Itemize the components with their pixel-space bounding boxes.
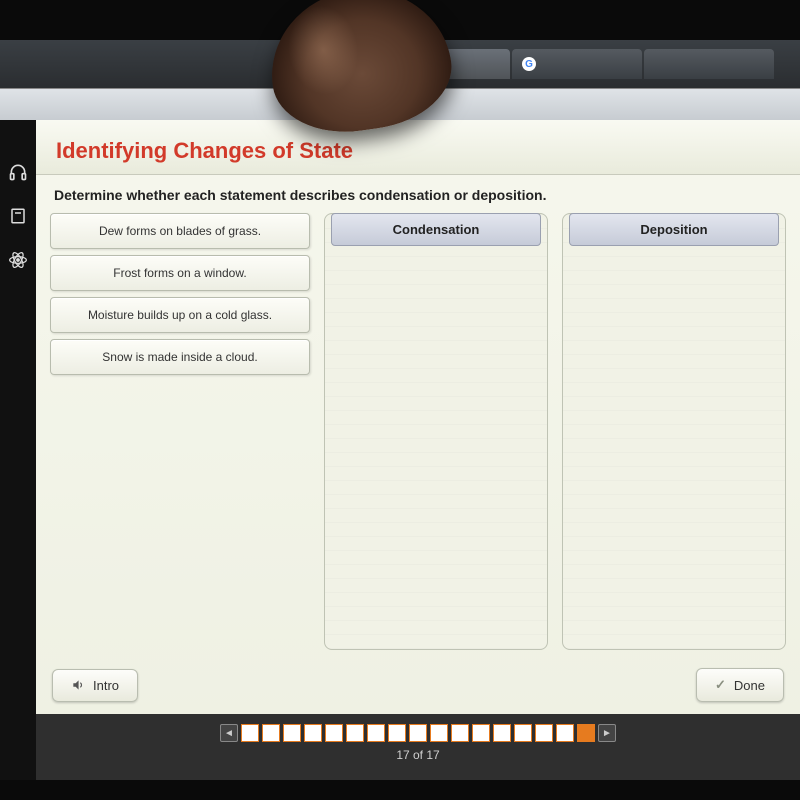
nav-boxes: ◄ ► <box>220 724 616 742</box>
nav-page-box[interactable] <box>430 724 448 742</box>
nav-page-box[interactable] <box>556 724 574 742</box>
atom-icon[interactable] <box>6 248 30 272</box>
nav-page-box[interactable] <box>514 724 532 742</box>
nav-page-box[interactable] <box>346 724 364 742</box>
nav-page-box[interactable] <box>241 724 259 742</box>
nav-page-box[interactable] <box>451 724 469 742</box>
nav-page-box[interactable] <box>535 724 553 742</box>
nav-prev-button[interactable]: ◄ <box>220 724 238 742</box>
statement-source-column: Dew forms on blades of grass. Frost form… <box>50 213 310 650</box>
laptop-screen: B G Identifying Changes of State <box>0 40 800 780</box>
calculator-icon[interactable] <box>6 204 30 228</box>
nav-page-box[interactable] <box>262 724 280 742</box>
intro-button[interactable]: Intro <box>52 669 138 702</box>
intro-button-label: Intro <box>93 678 119 693</box>
nav-page-box[interactable] <box>493 724 511 742</box>
done-button[interactable]: ✓ Done <box>696 668 784 702</box>
nav-page-box[interactable] <box>283 724 301 742</box>
check-icon: ✓ <box>715 677 726 693</box>
instruction-text: Determine whether each statement describ… <box>36 175 800 213</box>
page-title: Identifying Changes of State <box>56 138 780 164</box>
draggable-statement[interactable]: Snow is made inside a cloud. <box>50 339 310 375</box>
nav-counter: 17 of 17 <box>396 748 439 762</box>
nav-page-box[interactable] <box>577 724 595 742</box>
footer-controls: Intro ✓ Done <box>36 660 800 714</box>
draggable-statement[interactable]: Dew forms on blades of grass. <box>50 213 310 249</box>
lesson-nav-strip: ◄ ► 17 of 17 <box>36 714 800 780</box>
drag-drop-activity: Dew forms on blades of grass. Frost form… <box>36 213 800 660</box>
title-bar: Identifying Changes of State <box>36 120 800 175</box>
nav-page-box[interactable] <box>304 724 322 742</box>
nav-page-box[interactable] <box>409 724 427 742</box>
dropzone-header: Deposition <box>569 213 779 246</box>
nav-next-button[interactable]: ► <box>598 724 616 742</box>
browser-tab[interactable]: G <box>512 49 642 79</box>
headphones-icon[interactable] <box>6 160 30 184</box>
favicon-google-icon: G <box>522 57 536 71</box>
dropzone-header: Condensation <box>331 213 541 246</box>
nav-page-box[interactable] <box>472 724 490 742</box>
dropzone-condensation[interactable]: Condensation <box>324 213 548 650</box>
left-toolbar <box>0 120 36 780</box>
nav-page-box[interactable] <box>367 724 385 742</box>
nav-page-box[interactable] <box>388 724 406 742</box>
browser-tab[interactable] <box>644 49 774 79</box>
lesson-panel: Identifying Changes of State Determine w… <box>36 120 800 780</box>
draggable-statement[interactable]: Frost forms on a window. <box>50 255 310 291</box>
done-button-label: Done <box>734 678 765 693</box>
speaker-icon <box>71 678 85 692</box>
draggable-statement[interactable]: Moisture builds up on a cold glass. <box>50 297 310 333</box>
dropzone-deposition[interactable]: Deposition <box>562 213 786 650</box>
app-area: Identifying Changes of State Determine w… <box>0 120 800 780</box>
nav-page-box[interactable] <box>325 724 343 742</box>
